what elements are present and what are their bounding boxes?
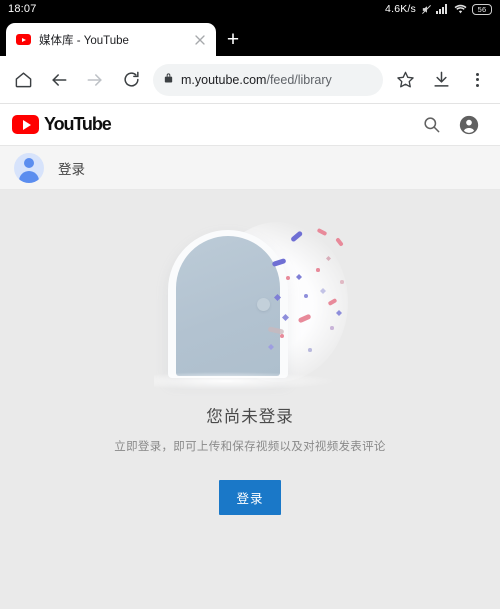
overflow-menu-icon[interactable] — [460, 63, 494, 97]
confetti-diamond — [274, 294, 281, 301]
star-icon[interactable] — [388, 63, 422, 97]
battery-indicator: 56 — [472, 3, 492, 15]
confetti-dash — [335, 237, 344, 247]
confetti-dot — [308, 348, 312, 352]
signal-icon — [436, 4, 449, 14]
youtube-header: YouTube — [0, 104, 500, 146]
address-bar[interactable]: m.youtube.com/feed/library — [153, 63, 383, 96]
confetti-dash — [316, 227, 328, 237]
confetti-diamond — [336, 310, 342, 316]
phone-screen: 18:07 4.6K/s 56 媒体库 - YouTube + m.youtub… — [0, 0, 500, 609]
network-speed-label: 4.6K/s — [385, 3, 416, 15]
forward-arrow-icon — [78, 63, 112, 97]
url-text: m.youtube.com/feed/library — [181, 73, 332, 87]
status-time: 18:07 — [8, 3, 37, 15]
page-subtitle: 立即登录，即可上传和保存视频以及对视频发表评论 — [114, 441, 386, 453]
wifi-icon — [454, 4, 467, 14]
youtube-wordmark: YouTube — [44, 114, 112, 134]
confetti-dot — [330, 326, 334, 330]
youtube-logo[interactable]: YouTube — [12, 114, 112, 135]
page-content: 您尚未登录 立即登录，即可上传和保存视频以及对视频发表评论 登录 — [0, 222, 500, 609]
youtube-play-icon — [12, 115, 39, 134]
download-icon[interactable] — [424, 63, 458, 97]
floor-shadow — [154, 372, 334, 390]
page-title: 您尚未登录 — [206, 408, 294, 426]
confetti-diamond — [296, 274, 302, 280]
signin-bar-label: 登录 — [58, 161, 85, 177]
confetti-diamond — [268, 344, 274, 350]
door-knob — [257, 298, 270, 311]
empty-state-message: 您尚未登录 立即登录，即可上传和保存视频以及对视频发表评论 — [0, 403, 500, 454]
confetti-dot — [316, 268, 320, 272]
close-icon[interactable] — [192, 32, 208, 48]
tab-title: 媒体库 - YouTube — [39, 34, 129, 47]
confetti-dot — [286, 276, 290, 280]
new-tab-button[interactable]: + — [216, 23, 250, 56]
search-icon[interactable] — [412, 106, 450, 144]
youtube-favicon — [16, 34, 31, 45]
browser-tab-strip: 媒体库 - YouTube + — [0, 18, 500, 56]
confetti-dot — [280, 334, 284, 338]
confetti-diamond — [326, 256, 331, 261]
browser-toolbar: m.youtube.com/feed/library — [0, 56, 500, 104]
mute-icon — [421, 4, 431, 14]
url-domain: m.youtube.com — [181, 72, 267, 87]
account-circle-icon[interactable] — [450, 106, 488, 144]
browser-tab[interactable]: 媒体库 - YouTube — [6, 23, 216, 56]
reload-icon[interactable] — [114, 63, 148, 97]
default-avatar-icon — [14, 152, 44, 183]
status-bar: 18:07 4.6K/s 56 — [0, 0, 500, 18]
confetti-dot — [304, 294, 308, 298]
open-door-illustration — [150, 222, 350, 390]
signin-button[interactable]: 登录 — [219, 480, 281, 515]
signin-bar[interactable]: 登录 — [0, 146, 500, 190]
status-right-cluster: 4.6K/s 56 — [385, 3, 492, 15]
back-arrow-icon[interactable] — [42, 63, 76, 97]
confetti-dot — [340, 280, 344, 284]
confetti-diamond — [320, 288, 326, 294]
lock-icon — [163, 71, 174, 89]
confetti-diamond — [282, 314, 289, 321]
url-path: /feed/library — [266, 72, 332, 87]
home-icon[interactable] — [6, 63, 40, 97]
